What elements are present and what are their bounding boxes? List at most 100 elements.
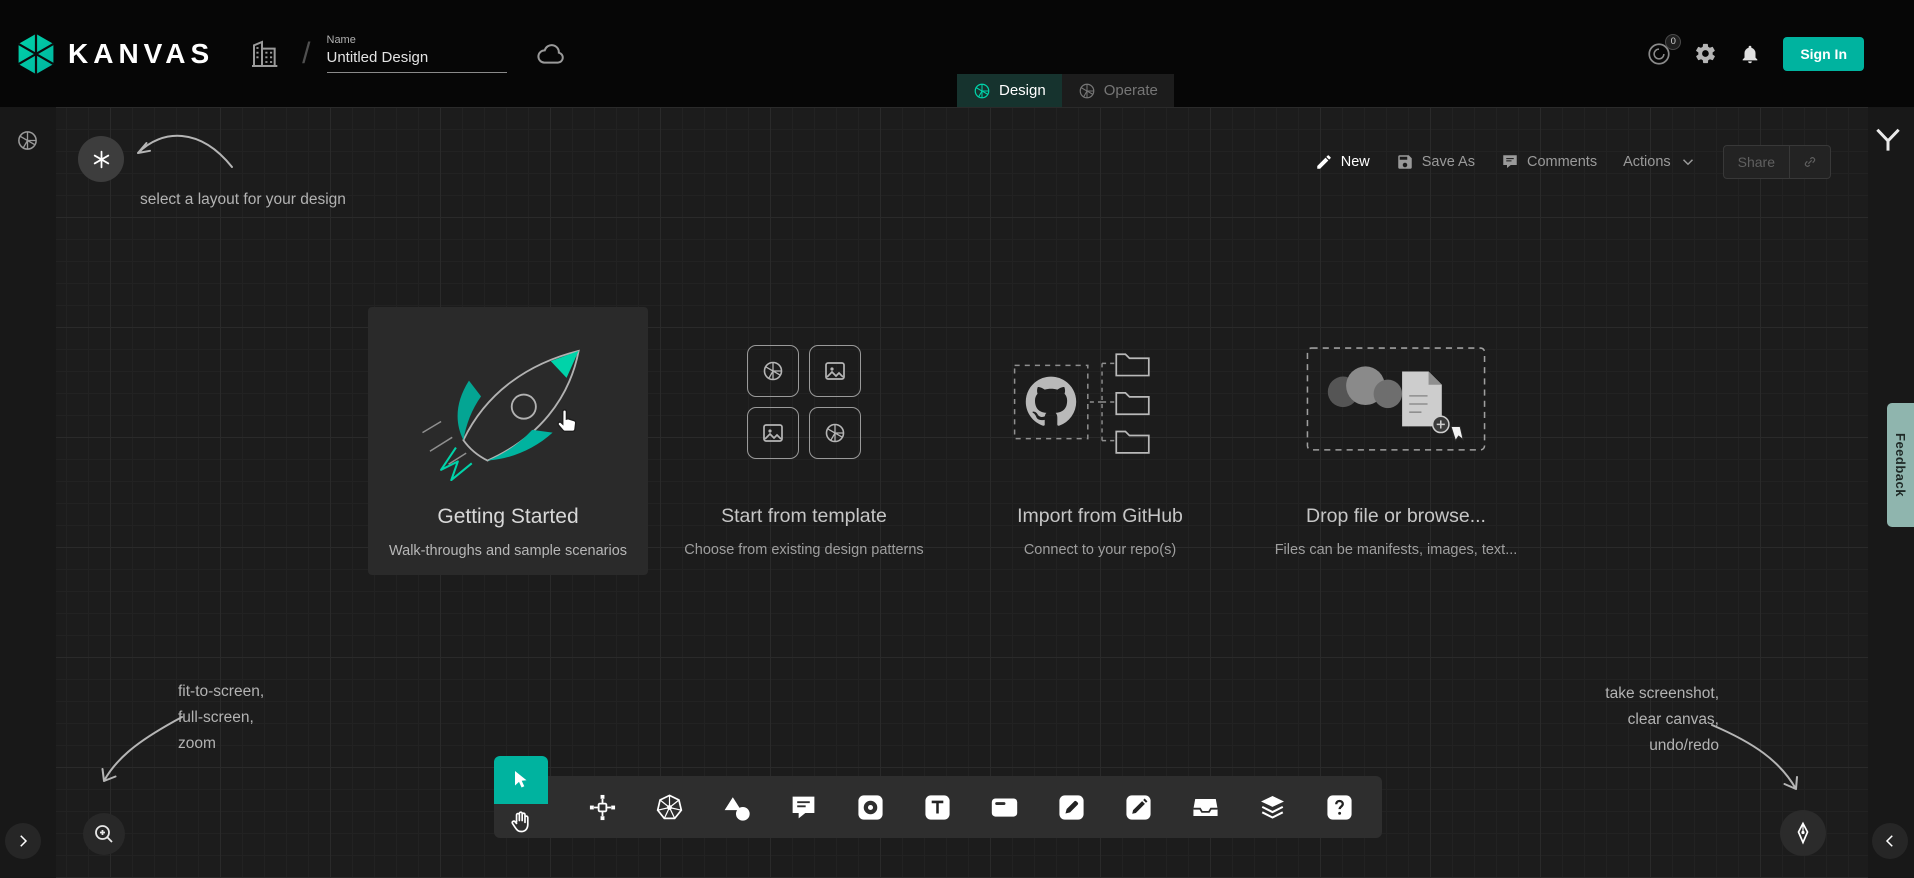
github-import-illustration-icon <box>1007 341 1193 463</box>
tool-dock <box>494 776 1382 838</box>
template-thumb-aperture-icon <box>809 407 861 459</box>
notifications-bell-icon[interactable] <box>1739 43 1761 65</box>
card-drop-file[interactable]: Drop file or browse... Files can be mani… <box>1256 307 1536 575</box>
getting-started-art <box>368 307 648 497</box>
layer5-y-logo[interactable] <box>1874 127 1902 153</box>
credits-count-badge: 0 <box>1665 34 1681 50</box>
chevron-down-icon <box>1679 153 1697 171</box>
components-circuit-icon[interactable] <box>588 793 617 822</box>
kanvas-app: KANVAS / Name 0 <box>0 0 1914 878</box>
template-thumb-image-icon <box>809 345 861 397</box>
expand-left-panel-button[interactable] <box>5 823 41 859</box>
breadcrumb-separator: / <box>302 37 310 71</box>
design-name-label: Name <box>327 34 507 46</box>
tab-operate-label: Operate <box>1104 82 1158 99</box>
layout-asterisk-icon <box>91 149 112 170</box>
card-start-from-template[interactable]: Start from template Choose from existing… <box>664 307 944 575</box>
new-design-button[interactable]: New <box>1315 153 1370 171</box>
tab-design[interactable]: Design <box>957 74 1062 107</box>
template-thumb-image-icon <box>747 407 799 459</box>
pencil-tool-icon[interactable] <box>1124 793 1153 822</box>
cursor-arrow-icon <box>509 768 533 792</box>
settings-gear-icon[interactable] <box>1694 42 1717 65</box>
shapes-icon[interactable] <box>722 793 751 822</box>
media-icon[interactable] <box>856 793 885 822</box>
canvas-toolbar: New Save As Comments Actions <box>1315 145 1831 179</box>
start-options-row: Getting Started Walk-throughs and sample… <box>368 307 1536 575</box>
select-pan-tools <box>494 776 550 838</box>
actions-label: Actions <box>1623 154 1671 170</box>
share-link-icon <box>1789 146 1830 178</box>
getting-started-subtitle: Walk-throughs and sample scenarios <box>389 543 627 559</box>
organization-icon[interactable] <box>248 38 280 70</box>
chevron-left-icon <box>1881 832 1899 850</box>
magnifier-plus-icon <box>92 822 116 846</box>
layout-hint-arrow <box>126 121 238 179</box>
meshery-spinner-icon <box>16 129 39 152</box>
pen-nib-icon <box>1791 821 1815 845</box>
comments-button[interactable]: Comments <box>1501 153 1597 171</box>
drop-file-illustration-icon <box>1303 345 1489 459</box>
cloud-sync-icon[interactable] <box>535 38 567 70</box>
brand-name: KANVAS <box>68 38 214 70</box>
card-shape-icon[interactable] <box>990 793 1019 822</box>
hint-zoom: zoom <box>178 731 264 757</box>
design-name-field: Name <box>327 34 507 73</box>
template-subtitle: Choose from existing design patterns <box>684 542 923 558</box>
help-icon[interactable] <box>1325 793 1354 822</box>
zoom-button[interactable] <box>83 813 125 855</box>
template-thumb-aperture-icon <box>747 345 799 397</box>
operate-aperture-icon <box>1078 82 1096 100</box>
design-name-input[interactable] <box>327 46 507 73</box>
kanvas-logo-icon <box>14 32 58 76</box>
text-tool-icon[interactable] <box>923 793 952 822</box>
collapse-right-panel-button[interactable] <box>1872 823 1908 859</box>
drop-file-title: Drop file or browse... <box>1306 505 1486 528</box>
save-as-label: Save As <box>1422 154 1475 170</box>
pencil-icon <box>1315 153 1333 171</box>
card-getting-started[interactable]: Getting Started Walk-throughs and sample… <box>368 307 648 575</box>
tab-operate[interactable]: Operate <box>1062 74 1174 107</box>
pointer-hand-cursor-icon <box>552 405 584 437</box>
select-tool-button[interactable] <box>494 756 548 804</box>
rocket-illustration-icon <box>392 323 624 481</box>
share-button[interactable]: Share <box>1723 145 1831 179</box>
annotation-comment-icon[interactable] <box>789 793 818 822</box>
design-canvas[interactable]: select a layout for your design New Save… <box>0 107 1914 878</box>
bottom-left-hint: fit-to-screen, full-screen, zoom <box>178 679 264 757</box>
left-edge-panel <box>0 107 56 878</box>
layout-hint-text: select a layout for your design <box>140 187 346 213</box>
pen-tool-icon[interactable] <box>1057 793 1086 822</box>
github-subtitle: Connect to your repo(s) <box>1024 542 1176 558</box>
drop-file-subtitle: Files can be manifests, images, text... <box>1275 542 1518 558</box>
layout-selector-button[interactable] <box>78 136 124 182</box>
share-label: Share <box>1724 146 1789 178</box>
hint-full-screen: full-screen, <box>178 705 264 731</box>
drop-file-art <box>1256 307 1536 497</box>
github-art <box>960 307 1240 497</box>
layers-icon[interactable] <box>1258 793 1287 822</box>
template-thumbnails <box>747 345 861 459</box>
comment-icon <box>1501 153 1519 171</box>
card-import-from-github[interactable]: Import from GitHub Connect to your repo(… <box>960 307 1240 575</box>
design-aperture-icon <box>973 82 991 100</box>
actions-dropdown[interactable]: Actions <box>1623 153 1697 171</box>
template-art <box>664 307 944 497</box>
feedback-tab[interactable]: Feedback <box>1887 403 1914 527</box>
mode-tabs: Design Operate <box>957 74 1174 107</box>
tab-design-label: Design <box>999 82 1046 99</box>
hint-screenshot: take screenshot, <box>1605 681 1719 707</box>
save-as-button[interactable]: Save As <box>1396 153 1475 171</box>
pan-hand-icon[interactable] <box>508 809 535 836</box>
new-label: New <box>1341 154 1370 170</box>
comments-label: Comments <box>1527 154 1597 170</box>
brand[interactable]: KANVAS <box>14 32 214 76</box>
hint-fit-to-screen: fit-to-screen, <box>178 679 264 705</box>
drawer-inbox-icon[interactable] <box>1191 793 1220 822</box>
kubernetes-wheel-icon[interactable] <box>655 793 684 822</box>
getting-started-title: Getting Started <box>437 505 578 529</box>
sign-in-button[interactable]: Sign In <box>1783 37 1864 71</box>
header-right-group: 0 Sign In <box>1646 37 1864 71</box>
freehand-pen-button[interactable] <box>1780 810 1826 856</box>
credits-indicator[interactable]: 0 <box>1646 41 1672 67</box>
